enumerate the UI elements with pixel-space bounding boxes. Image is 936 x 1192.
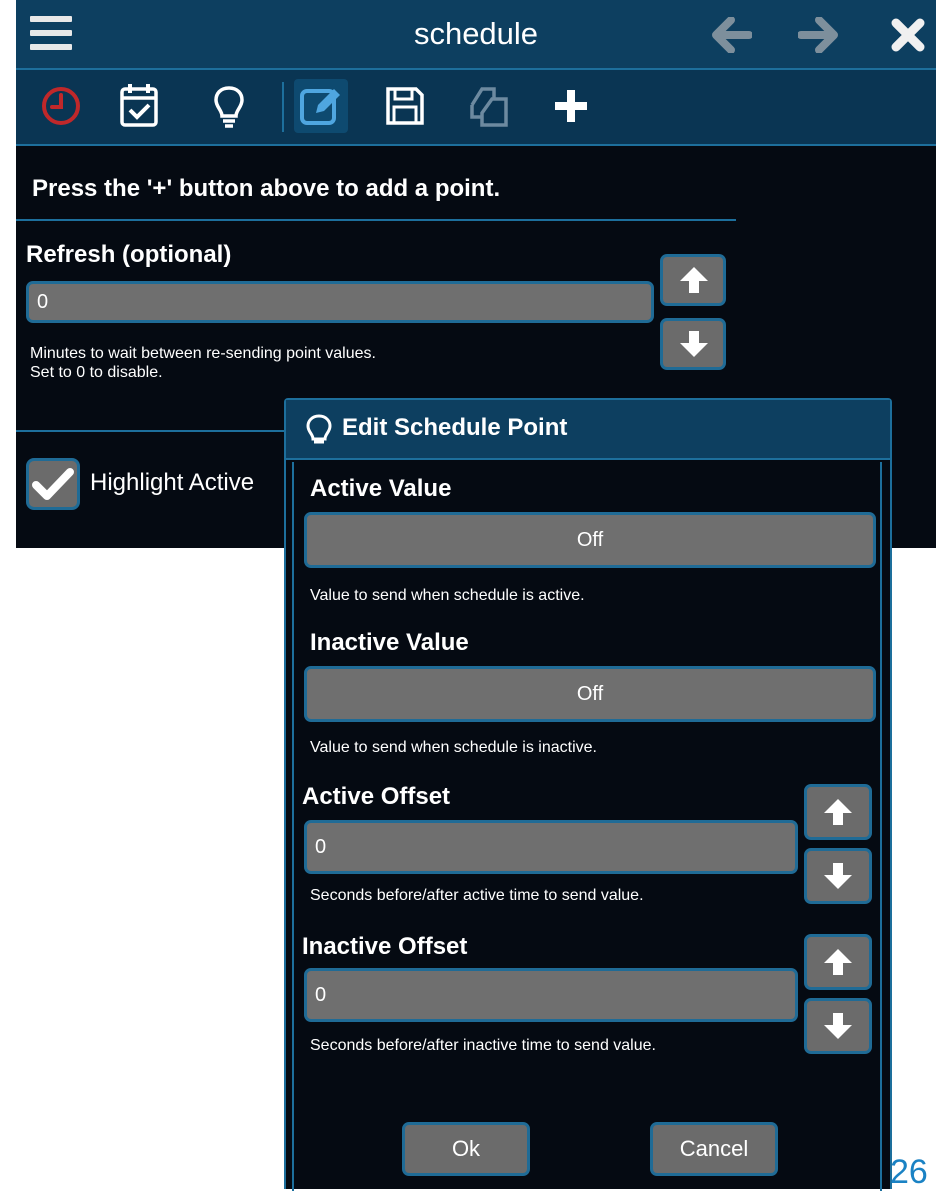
dialog-body: Active Value Off Value to send when sche… [292,462,882,1191]
lightbulb-icon[interactable] [202,79,256,133]
refresh-decrement-button[interactable] [660,318,726,370]
save-icon[interactable] [378,79,432,133]
arrow-up-icon [680,267,708,293]
ok-button[interactable]: Ok [402,1122,530,1176]
add-point-hint: Press the '+' button above to add a poin… [32,175,501,202]
arrow-down-icon [680,331,708,357]
copy-icon[interactable] [462,79,516,133]
edit-schedule-point-dialog: Edit Schedule Point Active Value Off Val… [284,398,892,1191]
forward-arrow-icon[interactable] [797,16,838,58]
lightbulb-icon [306,414,332,444]
plus-icon[interactable] [544,79,598,133]
arrow-down-icon [824,1013,852,1039]
page-number: 26 [890,1153,928,1191]
active-value-label: Active Value [310,475,452,502]
dialog-header: Edit Schedule Point [286,400,890,460]
calendar-check-icon[interactable] [112,79,166,133]
active-value-help: Value to send when schedule is active. [310,587,585,604]
checkmark-icon [32,468,74,500]
arrow-up-icon [824,949,852,975]
edit-icon[interactable] [294,79,348,133]
refresh-help-line2: Set to 0 to disable. [30,364,163,381]
refresh-input[interactable]: 0 [26,281,654,323]
refresh-label: Refresh (optional) [26,241,232,268]
refresh-divider [16,430,286,432]
active-offset-increment-button[interactable] [804,784,872,840]
refresh-increment-button[interactable] [660,254,726,306]
inactive-offset-decrement-button[interactable] [804,998,872,1054]
inactive-value-label: Inactive Value [310,629,469,656]
inactive-offset-input[interactable]: 0 [304,968,798,1022]
refresh-help-line1: Minutes to wait between re-sending point… [30,345,376,362]
dialog-title: Edit Schedule Point [342,414,568,441]
close-icon[interactable] [890,17,926,58]
clock-icon[interactable] [34,79,88,133]
inactive-offset-increment-button[interactable] [804,934,872,990]
arrow-up-icon [824,799,852,825]
toolbar-divider [282,82,284,132]
hint-divider [16,219,736,221]
active-value-select[interactable]: Off [304,512,876,568]
title-bar: schedule [16,0,936,70]
toolbar [16,70,936,146]
inactive-value-select[interactable]: Off [304,666,876,722]
cancel-button[interactable]: Cancel [650,1122,778,1176]
active-offset-decrement-button[interactable] [804,848,872,904]
arrow-down-icon [824,863,852,889]
highlight-active-checkbox[interactable] [26,458,80,510]
inactive-offset-label: Inactive Offset [302,933,468,960]
inactive-value-help: Value to send when schedule is inactive. [310,739,597,756]
active-offset-input[interactable]: 0 [304,820,798,874]
active-offset-label: Active Offset [302,783,451,810]
highlight-active-label: Highlight Active [90,469,255,496]
inactive-offset-help: Seconds before/after inactive time to se… [310,1037,656,1054]
active-offset-help: Seconds before/after active time to send… [310,887,644,904]
back-arrow-icon[interactable] [712,16,753,58]
